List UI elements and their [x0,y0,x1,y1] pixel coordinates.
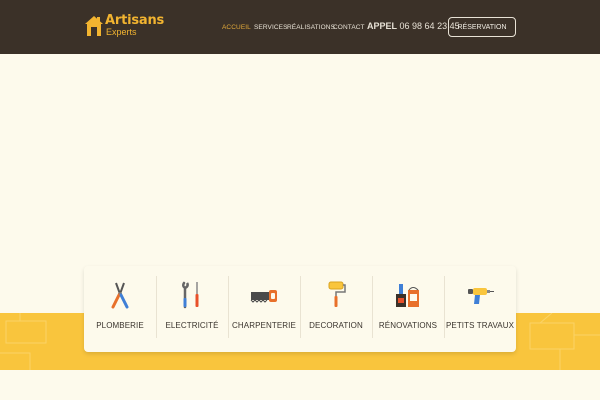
nav-item-realisations[interactable]: RÉALISATIONS [287,24,335,31]
services-bar: PLOMBERIE ELECTRICITÉ CHARPENTERIE DECOR… [84,266,516,352]
house-icon [85,16,103,36]
paint-roller-icon [328,281,346,307]
site-header: Artisans Experts ACCUEIL SERVICES RÉALIS… [0,0,600,54]
service-label: ELECTRICITÉ [165,321,219,330]
drill-icon [468,288,494,304]
nav-item-services[interactable]: SERVICES [254,24,288,31]
saw-icon [250,290,277,303]
service-renovations[interactable]: RÉNOVATIONS [372,266,444,352]
call-label: APPEL [367,21,398,31]
brand-logo[interactable]: Artisans Experts [84,13,165,40]
paint-cans-icon [396,284,419,307]
brand-subtitle: Experts [106,27,137,37]
nav-item-contact[interactable]: CONTACT [333,24,365,31]
page-bottom [0,370,600,400]
service-label: RÉNOVATIONS [378,321,438,330]
pliers-icon [111,282,129,309]
phone-contact[interactable]: APPEL 06 98 64 23 45 [367,21,460,31]
service-electricite[interactable]: ELECTRICITÉ [156,266,228,352]
nav-item-accueil[interactable]: ACCUEIL [222,24,251,31]
service-label: PLOMBERIE [96,321,144,330]
service-charpenterie[interactable]: CHARPENTERIE [228,266,300,352]
service-decoration[interactable]: DECORATION [300,266,372,352]
service-plomberie[interactable]: PLOMBERIE [84,266,156,352]
service-petits-travaux[interactable]: PETITS TRAVAUX [444,266,516,352]
wrench-screwdriver-icon [181,281,199,309]
reservation-button[interactable]: RÉSERVATION [448,17,516,37]
service-label: DECORATION [309,321,363,330]
service-label: PETITS TRAVAUX [445,321,515,330]
brand-title: Artisans [105,13,165,28]
service-label: CHARPENTERIE [232,321,296,330]
